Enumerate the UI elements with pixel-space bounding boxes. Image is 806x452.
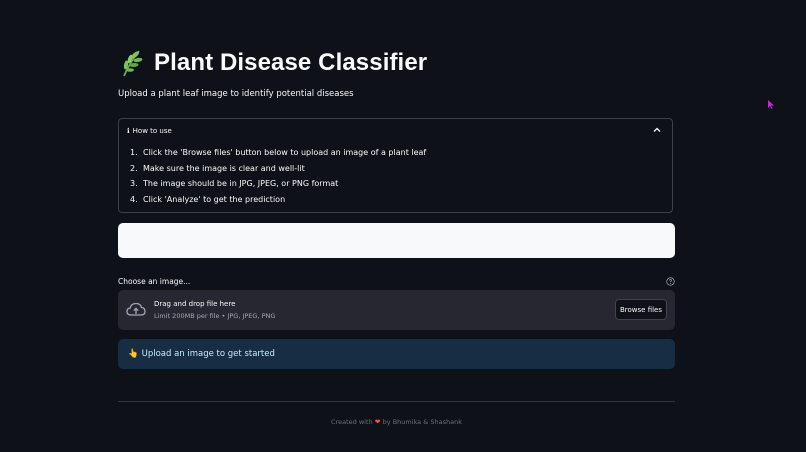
list-item: 4. Click 'Analyze' to get the prediction	[130, 195, 426, 211]
step-number: 4.	[130, 194, 138, 204]
pointing-up-icon: 👆	[128, 349, 139, 359]
page-title: Plant Disease Classifier	[154, 49, 428, 76]
step-text: Make sure the image is clear and well-li…	[143, 163, 305, 173]
info-alert: 👆 Upload an image to get started	[118, 339, 675, 369]
expander-header[interactable]: ℹ How to use	[127, 127, 172, 135]
cloud-upload-icon	[126, 302, 146, 316]
blank-panel	[118, 223, 675, 258]
footer: Created with ❤ by Bhumika & Shashank	[118, 418, 675, 426]
help-icon[interactable]	[666, 277, 675, 286]
herb-icon	[123, 50, 143, 77]
list-item: 3. The image should be in JPG, JPEG, or …	[130, 179, 426, 195]
browse-files-button[interactable]: Browse files	[615, 299, 667, 320]
step-number: 2.	[130, 163, 138, 173]
info-alert-text: Upload an image to get started	[141, 349, 275, 359]
chevron-up-icon[interactable]	[652, 125, 662, 135]
list-item: 2. Make sure the image is clear and well…	[130, 164, 426, 180]
heart-icon: ❤	[374, 418, 381, 426]
how-to-use-expander[interactable]: ℹ How to use 1. Click the 'Browse files'…	[118, 118, 673, 213]
step-number: 3.	[130, 179, 138, 188]
mouse-cursor-icon	[768, 100, 774, 109]
dropzone-instructions: Drag and drop file here	[154, 300, 236, 308]
divider	[118, 401, 675, 402]
step-text: The image should be in JPG, JPEG, or PNG…	[143, 179, 339, 188]
expander-title: How to use	[132, 127, 172, 135]
step-number: 1.	[130, 148, 138, 157]
instructions-list: 1. Click the 'Browse files' button below…	[130, 148, 426, 210]
footer-prefix: Created with	[331, 418, 373, 426]
file-dropzone[interactable]: Drag and drop file here Limit 200MB per …	[118, 290, 675, 330]
page-subtitle: Upload a plant leaf image to identify po…	[118, 89, 354, 99]
info-icon: ℹ	[127, 127, 130, 135]
title-row: Plant Disease Classifier	[118, 48, 427, 78]
list-item: 1. Click the 'Browse files' button below…	[130, 148, 426, 164]
uploader-label: Choose an image...	[118, 277, 191, 286]
step-text: Click 'Analyze' to get the prediction	[143, 194, 286, 204]
step-text: Click the 'Browse files' button below to…	[143, 148, 427, 157]
footer-credits: by Bhumika & Shashank	[382, 418, 462, 426]
dropzone-limit: Limit 200MB per file • JPG, JPEG, PNG	[154, 312, 276, 320]
